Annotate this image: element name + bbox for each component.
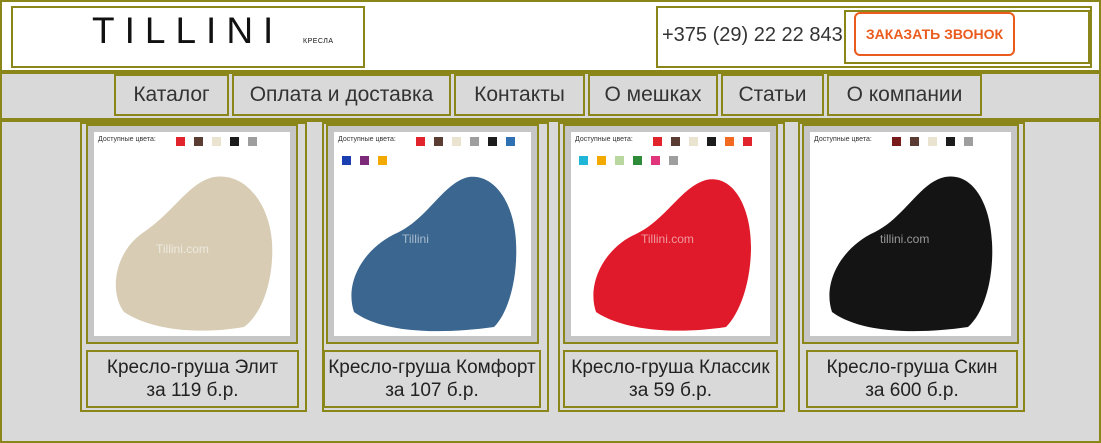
product-price: за 107 б.р. (385, 380, 479, 401)
nav-item-catalog[interactable]: Каталог (114, 74, 229, 116)
logo-subtitle: КРЕСЛА (303, 38, 334, 45)
color-swatch (707, 137, 716, 146)
color-swatch (488, 137, 497, 146)
product-image[interactable]: Доступные цвета: Tillini.com (94, 132, 290, 336)
product-caption[interactable]: Кресло-груша Элит за 119 б.р. (86, 350, 299, 408)
nav-item-payment-delivery[interactable]: Оплата и доставка (232, 74, 451, 116)
color-swatch (212, 137, 221, 146)
color-swatch (506, 137, 515, 146)
product-image-frame: Доступные цвета: tillini.com (802, 124, 1019, 344)
product-image-frame: Доступные цвета: Tillini.com (86, 124, 298, 344)
color-swatch (176, 137, 185, 146)
product-image[interactable]: Доступные цвета: Tillini.com (571, 132, 770, 336)
available-colors-label: Доступные цвета: (338, 136, 396, 143)
available-colors-label: Доступные цвета: (98, 136, 156, 143)
product-image[interactable]: Доступные цвета: tillini.com (810, 132, 1011, 336)
color-swatch (194, 137, 203, 146)
product-price: за 59 б.р. (629, 380, 712, 401)
available-colors-label: Доступные цвета: (814, 136, 872, 143)
product-name: Кресло-груша Комфорт (328, 357, 536, 378)
product-name: Кресло-груша Элит (106, 357, 279, 378)
nav-item-contacts[interactable]: Контакты (454, 74, 585, 116)
product-caption[interactable]: Кресло-груша Комфорт за 107 б.р. (323, 350, 541, 408)
color-swatch (725, 137, 734, 146)
bean-bag-image (593, 179, 751, 331)
bean-bag-image (829, 176, 993, 332)
product-name: Кресло-груша Классик (571, 357, 770, 378)
product-price: за 119 б.р. (146, 380, 239, 401)
color-swatch (743, 137, 752, 146)
color-swatch (434, 137, 443, 146)
color-swatch (689, 137, 698, 146)
product-caption[interactable]: Кресло-груша Скин за 600 б.р. (806, 350, 1018, 408)
color-swatch (248, 137, 257, 146)
color-swatch (928, 137, 937, 146)
color-swatch (910, 137, 919, 146)
color-swatch (892, 137, 901, 146)
available-colors-label: Доступные цвета: (575, 136, 633, 143)
product-image-frame: Доступные цвета: Tillini.com (563, 124, 778, 344)
color-swatch (230, 137, 239, 146)
nav-item-about-company[interactable]: О компании (827, 74, 982, 116)
product-image[interactable]: Доступные цвета: Tillini (334, 132, 531, 336)
product-caption[interactable]: Кресло-груша Классик за 59 б.р. (563, 350, 778, 408)
nav-item-articles[interactable]: Статьи (721, 74, 824, 116)
watermark-text: Tillini (402, 232, 429, 246)
color-swatch (452, 137, 461, 146)
product-price: за 600 б.р. (865, 380, 959, 401)
product-image-frame: Доступные цвета: Tillini (326, 124, 539, 344)
color-swatch (671, 137, 680, 146)
callback-button[interactable]: ЗАКАЗАТЬ ЗВОНОК (854, 12, 1015, 56)
nav-item-about-bags[interactable]: О мешках (588, 74, 718, 116)
color-swatch (416, 137, 425, 146)
watermark-text: tillini.com (880, 232, 930, 246)
product-name: Кресло-груша Скин (826, 357, 998, 378)
color-swatch (946, 137, 955, 146)
color-swatch (653, 137, 662, 146)
phone-number[interactable]: +375 (29) 22 22 843 (662, 24, 843, 47)
logo-text: TILLINI (92, 10, 284, 51)
color-swatch (470, 137, 479, 146)
watermark-text: Tillini.com (641, 232, 694, 246)
color-swatch (964, 137, 973, 146)
watermark-text: Tillini.com (156, 242, 209, 256)
bean-bag-image (351, 176, 517, 332)
